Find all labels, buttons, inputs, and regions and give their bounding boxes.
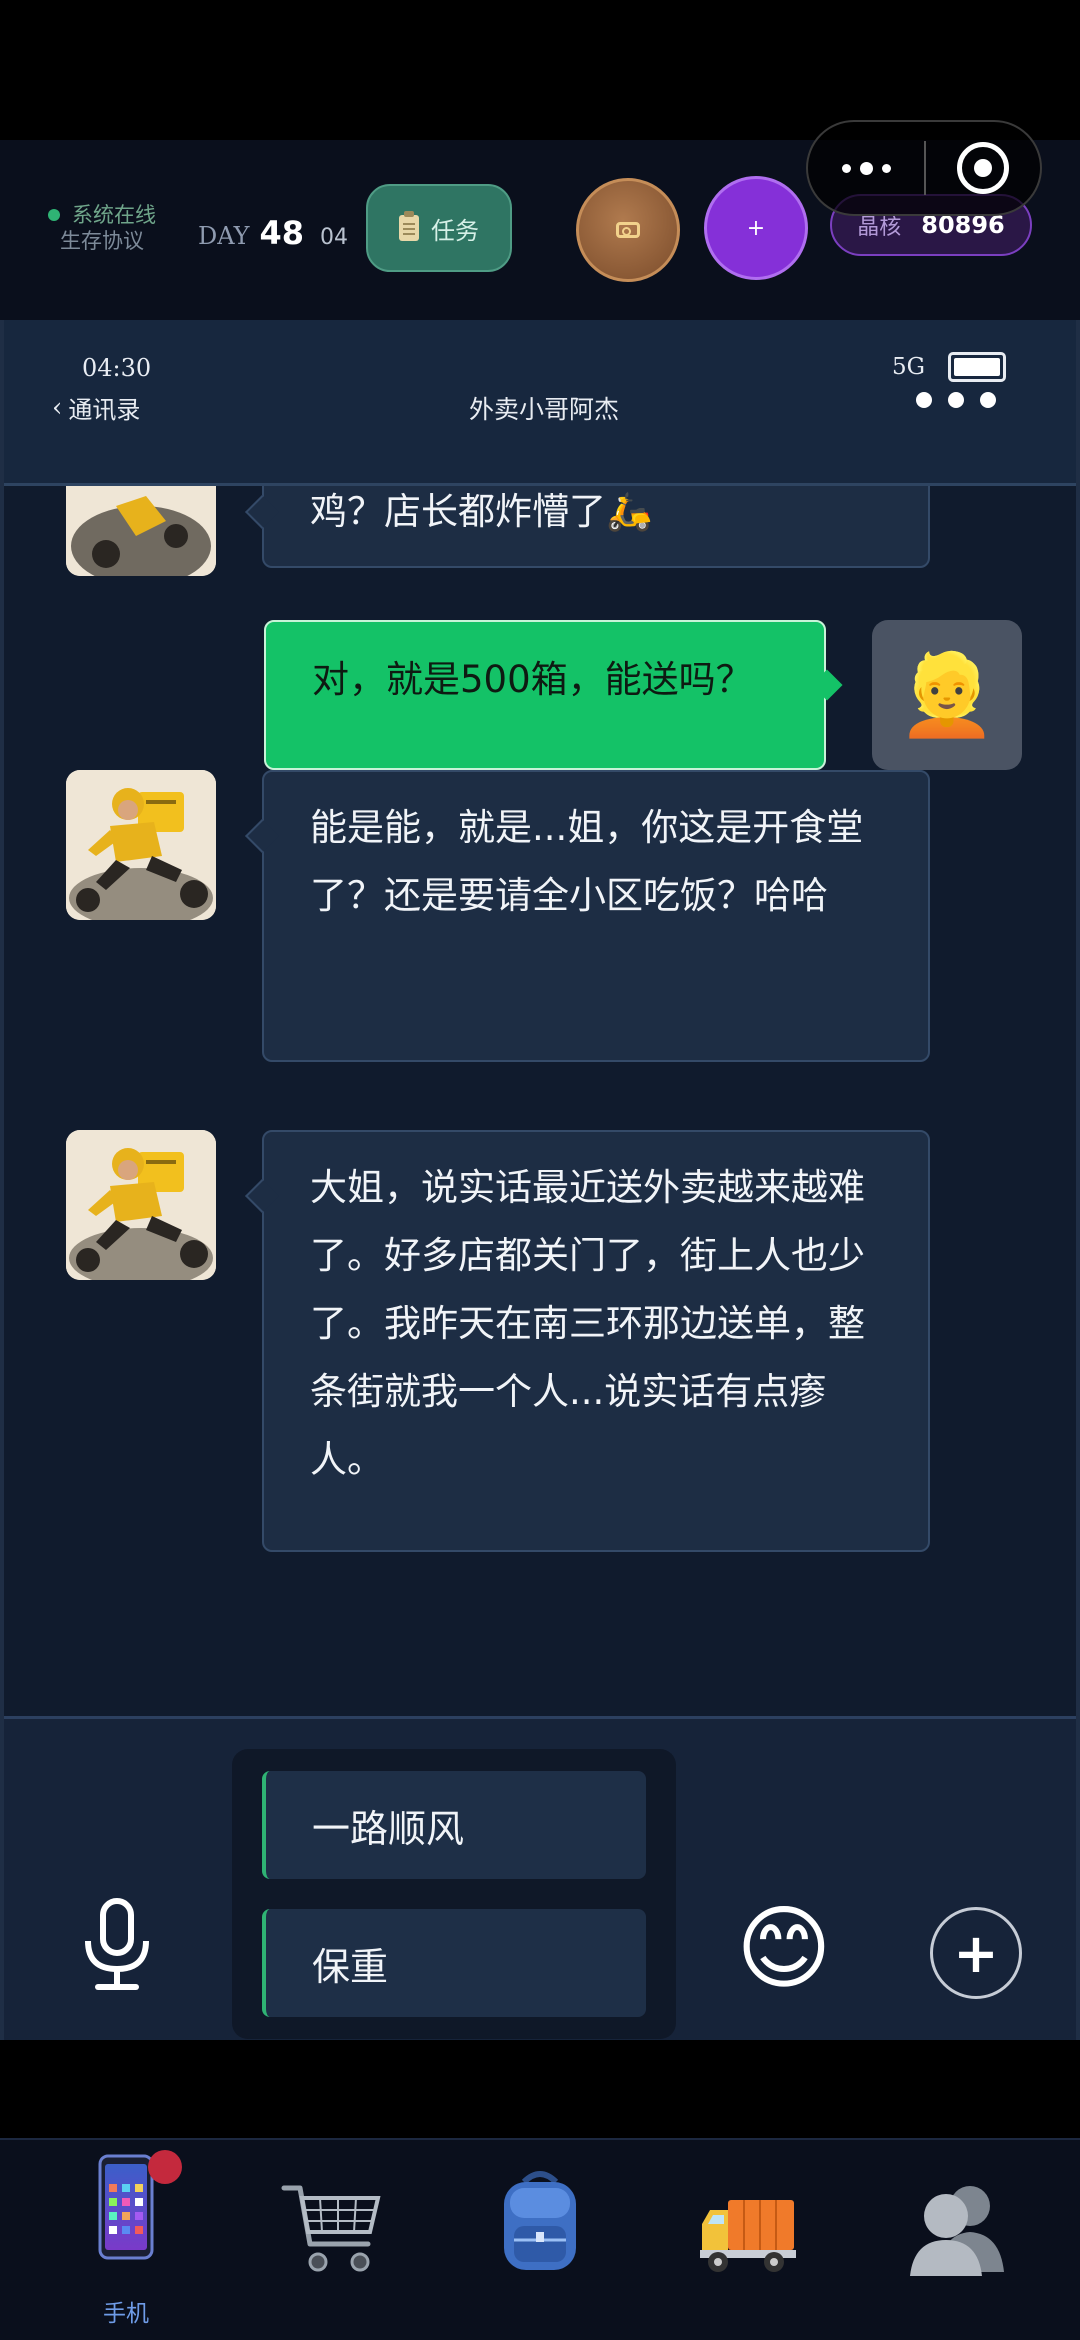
tab-contacts[interactable]	[846, 2140, 1062, 2340]
backpack-icon	[504, 2171, 576, 2270]
chat-header: 04:30 ‹ 通讯录 外卖小哥阿杰 5G	[4, 320, 1076, 486]
tab-shop[interactable]	[222, 2140, 438, 2340]
network-indicator: 5G	[892, 354, 926, 380]
emoji-button[interactable]: 😊	[736, 1899, 832, 1999]
chat-more-options-icon[interactable]	[916, 392, 996, 408]
message-text: 鸡？店长都炸懵了🛵	[310, 490, 653, 533]
quick-reply-option[interactable]: 保重	[262, 1909, 646, 2017]
plus-label: +	[746, 215, 766, 241]
message-list[interactable]: 鸡？店长都炸懵了🛵 对，就是500箱，能送吗？ 👱 能是能，就是...姐，你这是…	[4, 486, 1076, 1716]
message-bubble-incoming: 鸡？店长都炸懵了🛵	[262, 486, 930, 568]
survival-protocol-label: 生存协议	[60, 229, 144, 253]
user-avatar[interactable]: 👱	[872, 620, 1022, 770]
blond-person-icon: 👱	[897, 648, 997, 741]
day-sub: 04	[319, 225, 348, 250]
quick-reply-text: 保重	[312, 1944, 389, 1989]
tab-backpack[interactable]	[432, 2140, 648, 2340]
phone-time: 04:30	[82, 354, 152, 382]
day-number: 48	[259, 214, 304, 252]
notification-badge	[148, 2150, 182, 2184]
battery-icon	[948, 352, 1006, 382]
target-circle-icon	[957, 142, 1009, 194]
tab-phone-label: 手机	[103, 2301, 149, 2327]
courier-avatar[interactable]	[66, 486, 216, 576]
close-miniprogram-button[interactable]	[926, 142, 1040, 194]
online-dot-icon	[48, 209, 60, 221]
clipboard-icon	[399, 211, 419, 241]
task-label: 任务	[431, 216, 479, 245]
quick-reply-panel: 一路顺风 保重	[232, 1749, 676, 2039]
message-bubble-incoming: 能是能，就是...姐，你这是开食堂了？还是要请全小区吃饭？哈哈	[262, 770, 930, 1062]
task-button[interactable]: 任务	[366, 184, 512, 272]
message-text: 大姐，说实话最近送外卖越来越难了。好多店都关门了，街上人也少了。我昨天在南三环那…	[310, 1166, 865, 1481]
courier-avatar[interactable]	[66, 770, 216, 920]
bottom-tab-bar: 手机	[0, 2138, 1080, 2340]
message-text: 能是能，就是...姐，你这是开食堂了？还是要请全小区吃饭？哈哈	[310, 806, 864, 917]
more-menu-icon[interactable]	[808, 122, 924, 214]
message-text: 对，就是500箱，能送吗？	[312, 658, 753, 701]
recharge-plus-button[interactable]: +	[704, 176, 808, 280]
microphone-icon[interactable]	[80, 1897, 154, 1993]
courier-avatar[interactable]	[66, 1130, 216, 1280]
phone-icon	[98, 2154, 154, 2260]
tab-phone[interactable]: 手机	[18, 2140, 234, 2340]
delivery-truck-icon	[700, 2200, 796, 2272]
shopping-cart-icon	[281, 2185, 381, 2272]
tab-delivery[interactable]	[640, 2140, 856, 2340]
chat-input-area: 一路顺风 保重 😊 +	[4, 1716, 1076, 2040]
plus-icon: +	[953, 1921, 999, 1985]
quick-reply-text: 一路顺风	[312, 1806, 465, 1851]
day-label: DAY	[198, 222, 250, 250]
message-bubble-outgoing: 对，就是500箱，能送吗？	[264, 620, 826, 770]
quick-reply-option[interactable]: 一路顺风	[262, 1771, 646, 1879]
radio-button[interactable]	[576, 178, 680, 282]
contacts-icon	[910, 2186, 1004, 2276]
miniprogram-capsule	[806, 120, 1042, 216]
smiley-icon: 😊	[736, 1895, 832, 2002]
day-counter: DAY 48 04	[198, 214, 348, 252]
phone-chat-panel: 04:30 ‹ 通讯录 外卖小哥阿杰 5G 鸡？店长都炸懵了🛵 对，就是500箱…	[0, 320, 1080, 2040]
add-attachment-button[interactable]: +	[930, 1907, 1022, 1999]
system-status: 系统在线 生存协议	[48, 202, 156, 254]
message-bubble-incoming: 大姐，说实话最近送外卖越来越难了。好多店都关门了，街上人也少了。我昨天在南三环那…	[262, 1130, 930, 1552]
radio-icon	[616, 222, 640, 238]
system-online-label: 系统在线	[72, 203, 156, 227]
